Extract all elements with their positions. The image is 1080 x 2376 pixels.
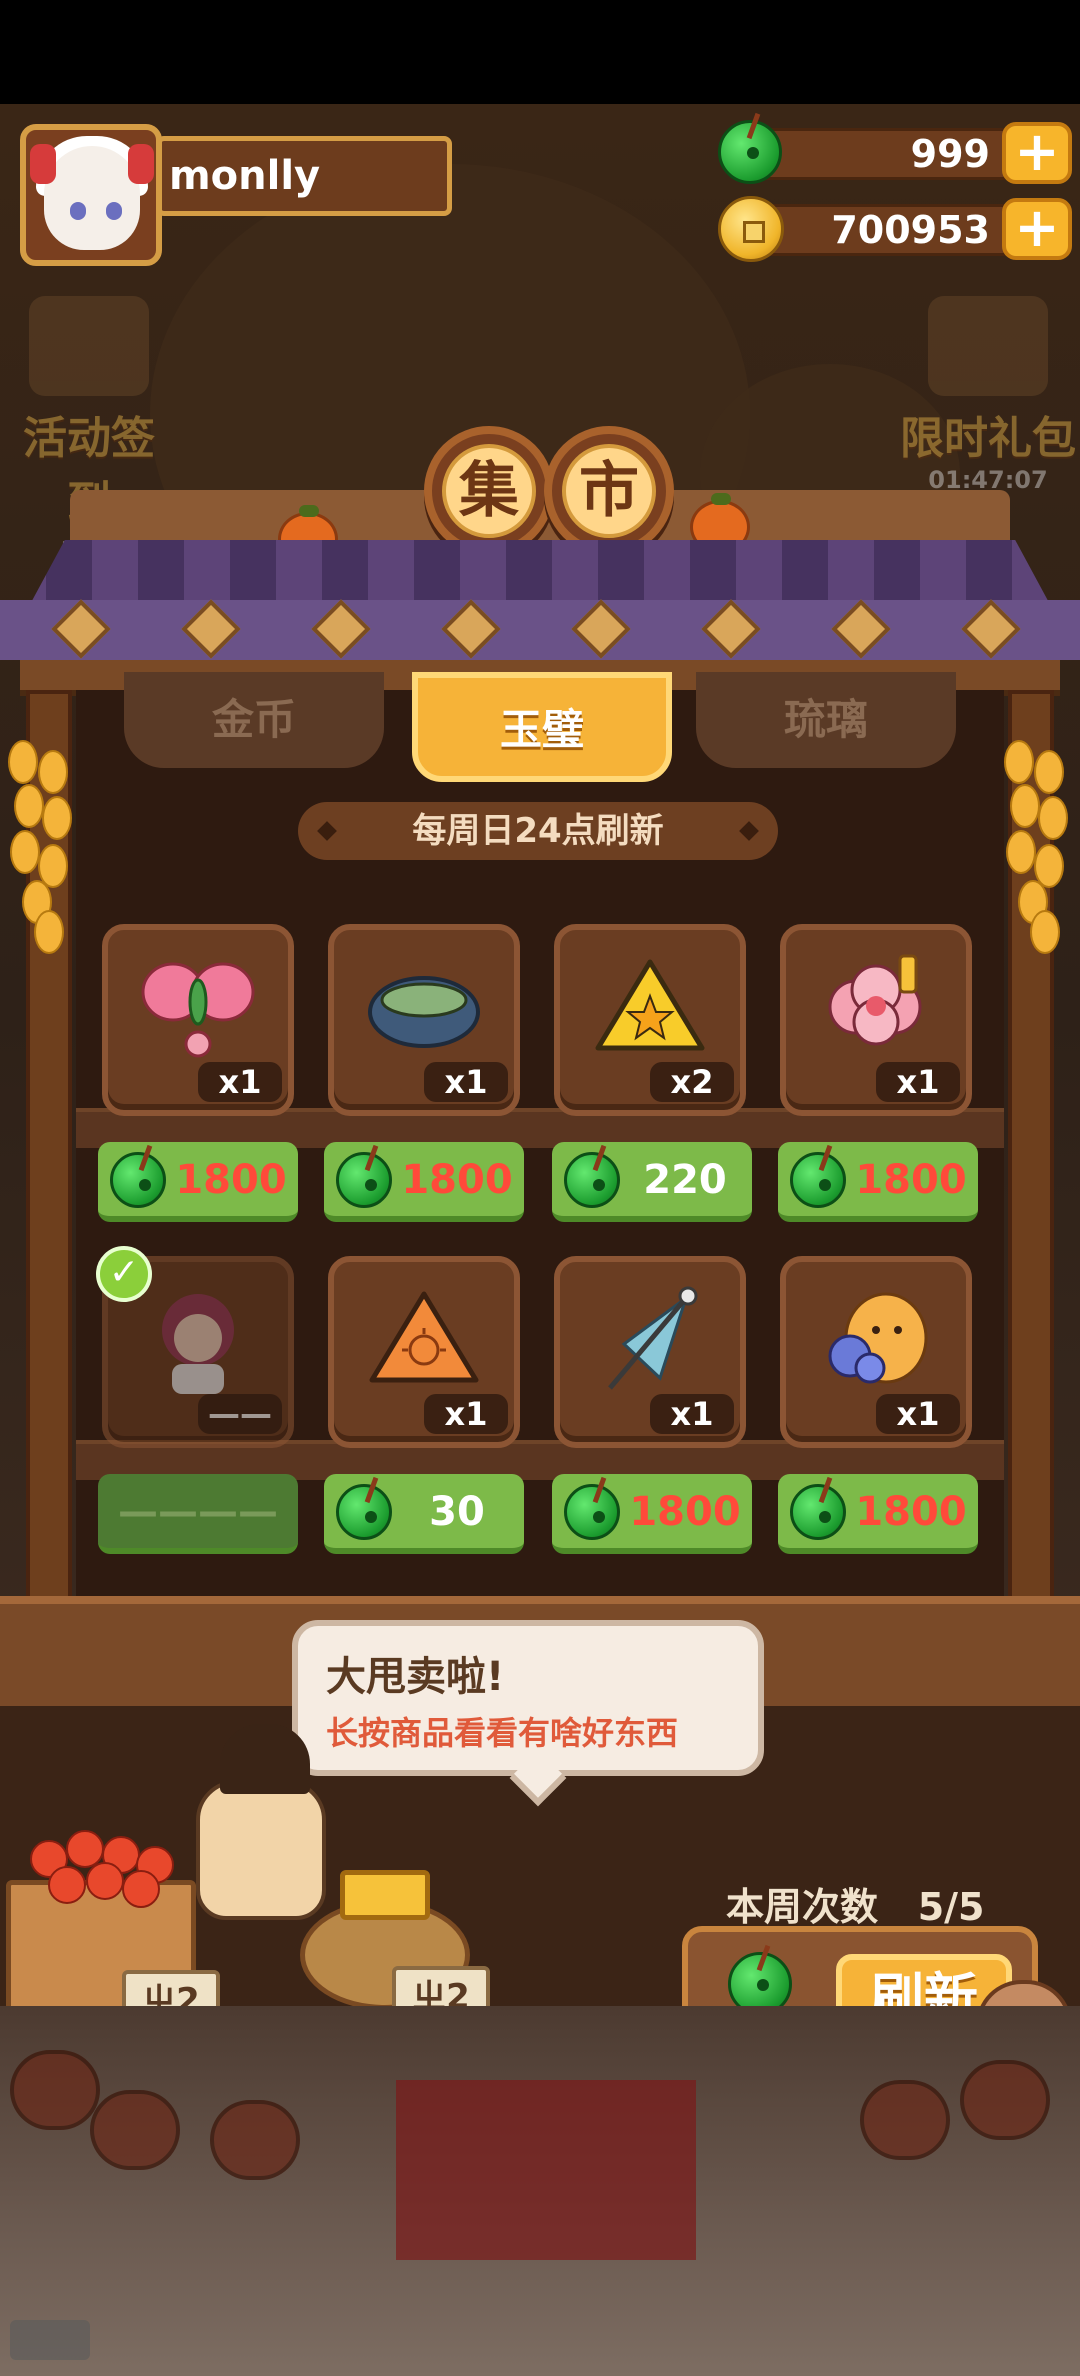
coin-currency: 700953 + <box>712 196 1072 262</box>
price-value: 1800 <box>855 1157 967 1203</box>
jade-icon <box>718 120 782 184</box>
price-button-2[interactable]: 1800 <box>324 1142 524 1222</box>
price-button-4[interactable]: 1800 <box>778 1142 978 1222</box>
coin-amount: 700953 <box>831 208 990 252</box>
bubble-hint: 长按商品看看有啥好东西 <box>326 1714 679 1752</box>
sun-rice-dumpling-icon <box>369 1291 479 1383</box>
jade-icon <box>564 1152 620 1208</box>
gold-ingot <box>340 1870 430 1920</box>
bubble-headline: 大甩卖啦! <box>326 1654 505 1700</box>
jade-icon <box>110 1152 166 1208</box>
title-char: 市 <box>562 444 656 538</box>
stage-rug <box>396 2080 696 2260</box>
item-slot-6[interactable]: x1 <box>328 1256 520 1448</box>
item-quantity: x1 <box>650 1394 734 1434</box>
item-slot-4[interactable]: x1 <box>780 924 972 1116</box>
item-slot-7[interactable]: x1 <box>554 1256 746 1448</box>
add-jade-button[interactable]: + <box>1002 122 1072 184</box>
title-badge: 市 <box>544 426 674 556</box>
refresh-note-text: 每周日24点刷新 <box>412 811 664 851</box>
drum-decoration <box>960 2060 1050 2140</box>
title-char: 集 <box>442 444 536 538</box>
jade-icon <box>790 1484 846 1540</box>
jade-icon <box>336 1484 392 1540</box>
merchant-character <box>196 1724 326 1920</box>
price-value: 30 <box>429 1489 485 1535</box>
parasol-icon <box>608 1286 698 1390</box>
star-rice-dumpling-icon <box>595 959 705 1051</box>
player-avatar[interactable] <box>20 124 162 266</box>
jade-bowl-icon <box>368 976 480 1048</box>
gift-box-icon <box>928 296 1048 396</box>
roof-trim <box>0 600 1080 660</box>
price-value: 220 <box>643 1157 727 1203</box>
item-slot-2[interactable]: x1 <box>328 924 520 1116</box>
price-value: 1800 <box>401 1157 513 1203</box>
cat-with-flowers-icon <box>828 1292 928 1384</box>
item-slot-3[interactable]: x2 <box>554 924 746 1116</box>
weekly-count: 5/5 <box>917 1885 985 1929</box>
corn-decoration <box>1000 740 1070 954</box>
price-value: 1800 <box>629 1489 741 1535</box>
jade-amount: 999 <box>910 132 990 176</box>
status-bar-area <box>0 0 1080 104</box>
price-button-3[interactable]: 220 <box>552 1142 752 1222</box>
item-quantity: x1 <box>424 1062 508 1102</box>
drum-decoration <box>210 2100 300 2180</box>
jade-currency: 999 + <box>712 120 1072 184</box>
item-quantity: —— <box>198 1394 282 1434</box>
corner-toggle[interactable] <box>10 2320 90 2360</box>
item-quantity: x2 <box>650 1062 734 1102</box>
merchant-speech-bubble: 大甩卖啦! 长按商品看看有啥好东西 <box>292 1620 764 1807</box>
price-button-7[interactable]: 1800 <box>552 1474 752 1554</box>
gift-label: 限时礼包 <box>900 413 1076 464</box>
add-coin-button[interactable]: + <box>1002 198 1072 260</box>
price-value: 1800 <box>175 1157 287 1203</box>
checkin-scroll-icon <box>29 296 149 396</box>
corn-decoration <box>4 740 74 954</box>
player-name: monlly <box>169 153 321 199</box>
price-button-5: ———— <box>98 1474 298 1554</box>
tab-coin[interactable]: 金币 <box>124 672 384 768</box>
butterfly-ornament-icon <box>141 962 255 1058</box>
title-badge: 集 <box>424 426 554 556</box>
jade-icon <box>790 1152 846 1208</box>
player-name-bar[interactable]: monlly <box>156 136 452 216</box>
item-slot-1[interactable]: x1 <box>102 924 294 1116</box>
coin-icon <box>718 196 784 262</box>
tab-jade[interactable]: 玉璧 <box>412 672 672 782</box>
weekly-label: 本周次数 <box>726 1885 879 1929</box>
character-portrait-icon <box>162 1294 234 1394</box>
price-button-1[interactable]: 1800 <box>98 1142 298 1222</box>
item-quantity: x1 <box>424 1394 508 1434</box>
item-slot-8[interactable]: x1 <box>780 1256 972 1448</box>
jade-icon <box>564 1484 620 1540</box>
drum-decoration <box>860 2080 950 2160</box>
weekly-refresh-count: 本周次数 5/5 <box>726 1876 984 1931</box>
weekly-refresh-note: 每周日24点刷新 <box>298 802 778 860</box>
drum-decoration <box>90 2090 180 2170</box>
limited-gift-button[interactable]: 限时礼包 01:47:07 <box>900 296 1076 494</box>
price-button-6[interactable]: 30 <box>324 1474 524 1554</box>
price-value: ———— <box>118 1489 278 1535</box>
flower-decoration-icon <box>828 954 922 1046</box>
drum-decoration <box>10 2050 100 2130</box>
item-quantity: x1 <box>876 1394 960 1434</box>
price-value: 1800 <box>855 1489 967 1535</box>
price-button-8[interactable]: 1800 <box>778 1474 978 1554</box>
item-quantity: x1 <box>198 1062 282 1102</box>
tab-glaze[interactable]: 琉璃 <box>696 672 956 768</box>
owned-check-icon: ✓ <box>96 1246 152 1302</box>
jade-icon <box>336 1152 392 1208</box>
item-quantity: x1 <box>876 1062 960 1102</box>
market-screen: 活动签到 10天 限时礼包 01:47:07 monlly 999 + 7009… <box>0 0 1080 2376</box>
